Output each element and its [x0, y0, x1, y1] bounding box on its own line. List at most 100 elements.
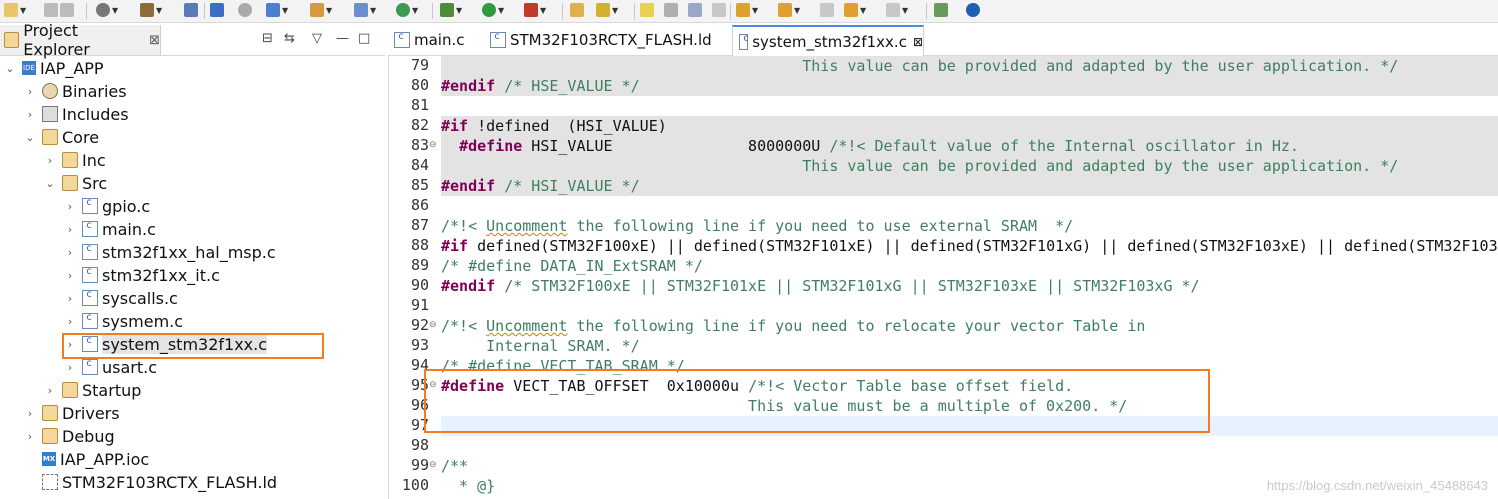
tree-item[interactable]: › syscalls.c	[64, 287, 178, 309]
toggle-icon[interactable]	[664, 2, 678, 18]
debug-bug-icon[interactable]: ▼	[440, 2, 462, 18]
editor-tab[interactable]: system_stm32f1xx.c ⊠	[732, 25, 924, 57]
save-icon[interactable]	[44, 2, 74, 18]
build-hammer-icon[interactable]: ▼	[140, 2, 162, 18]
new-icon[interactable]: ▼	[4, 2, 26, 18]
tree-item[interactable]: › main.c	[64, 218, 156, 240]
block-icon[interactable]	[688, 2, 702, 18]
back-icon[interactable]	[820, 2, 834, 18]
project-explorer-tab[interactable]: Project Explorer ⊠	[0, 21, 161, 59]
view-menu-icon[interactable]: ▽	[312, 31, 322, 46]
paragraph-icon[interactable]	[712, 2, 726, 18]
close-icon[interactable]: ⊠	[149, 33, 160, 48]
chevron-right-icon[interactable]: ›	[64, 361, 76, 374]
maximize-icon[interactable]: □	[358, 31, 370, 46]
tree-item[interactable]: › stm32f1xx_it.c	[64, 264, 220, 286]
tree-item[interactable]: › usart.c	[64, 356, 157, 378]
tree-item[interactable]: ⌄ IDE IAP_APP	[4, 57, 103, 79]
tree-item[interactable]: › gpio.c	[64, 195, 150, 217]
code-line[interactable]: /*!< Uncomment the following line if you…	[441, 316, 1498, 336]
minimize-icon[interactable]: —	[336, 31, 349, 46]
tree-item[interactable]: ⌄ Src	[44, 172, 107, 194]
code-line[interactable]: /*!< Uncomment the following line if you…	[441, 216, 1498, 236]
tree-item-label: Inc	[82, 150, 106, 170]
prev-annotation-icon[interactable]: ▼	[778, 2, 800, 18]
chevron-right-icon[interactable]: ›	[64, 246, 76, 259]
back-nav-icon[interactable]: ▼	[844, 2, 866, 18]
code-line[interactable]: #endif /* STM32F100xE || STM32F101xE || …	[441, 276, 1498, 296]
code-token: #if	[441, 237, 469, 255]
perspective-icon[interactable]	[934, 2, 948, 18]
code-line[interactable]: #define HSI_VALUE 8000000U /*!< Default …	[441, 136, 1498, 156]
next-annotation-icon[interactable]: ▼	[736, 2, 758, 18]
code-line[interactable]	[441, 196, 1498, 216]
folder-icon	[42, 129, 58, 145]
line-number: 89	[410, 256, 429, 274]
editor-tab[interactable]: STM32F103RCTX_FLASH.ld	[484, 25, 728, 55]
code-line[interactable]: /* #define DATA_IN_ExtSRAM */	[441, 256, 1498, 276]
fold-toggle-icon[interactable]: ⊖	[429, 460, 437, 470]
tree-item[interactable]: › Drivers	[24, 402, 120, 424]
info-icon[interactable]	[966, 2, 980, 18]
refresh-icon[interactable]: ▼	[396, 2, 418, 18]
target-icon[interactable]	[238, 2, 252, 18]
forward-nav-icon[interactable]: ▼	[886, 2, 908, 18]
code-line[interactable]	[441, 436, 1498, 456]
code-line[interactable]: #endif /* HSI_VALUE */	[441, 176, 1498, 196]
wand-icon[interactable]: ▼	[596, 2, 618, 18]
chevron-right-icon[interactable]: ›	[64, 269, 76, 282]
chevron-right-icon[interactable]: ›	[64, 292, 76, 305]
tree-item[interactable]: › Debug	[24, 425, 115, 447]
chevron-down-icon[interactable]: ⌄	[4, 62, 16, 75]
open-folder-icon[interactable]	[570, 2, 584, 18]
pin-icon[interactable]	[210, 2, 224, 18]
code-line[interactable]: #endif /* HSE_VALUE */	[441, 76, 1498, 96]
code-token: the following line if you need to reloca…	[567, 317, 1146, 335]
run-icon[interactable]: ▼	[482, 2, 504, 18]
chevron-right-icon[interactable]: ›	[64, 315, 76, 328]
close-icon[interactable]: ⊠	[913, 35, 923, 49]
tree-item[interactable]: › Includes	[24, 103, 129, 125]
external-tools-icon[interactable]: ▼	[524, 2, 546, 18]
chevron-right-icon[interactable]: ›	[64, 223, 76, 236]
debug-config-icon[interactable]: ▼	[96, 2, 118, 18]
fold-toggle-icon[interactable]: ⊖	[429, 140, 437, 150]
open-project-icon[interactable]: ▼	[310, 2, 332, 18]
link-with-editor-icon[interactable]: ⇆	[284, 31, 295, 46]
code-line[interactable]: This value can be provided and adapted b…	[441, 56, 1498, 76]
tree-item[interactable]: MX IAP_APP.ioc	[24, 448, 149, 470]
code-line[interactable]: #if defined(STM32F100xE) || defined(STM3…	[441, 236, 1498, 256]
binary-icon[interactable]	[184, 2, 198, 18]
tree-item[interactable]: › Binaries	[24, 80, 127, 102]
tree-item[interactable]: › sysmem.c	[64, 310, 183, 332]
tree-item[interactable]: › Inc	[44, 149, 106, 171]
marker-icon[interactable]	[640, 2, 654, 18]
tree-item[interactable]: STM32F103RCTX_FLASH.ld	[24, 471, 277, 493]
code-line[interactable]	[441, 96, 1498, 116]
tree-item[interactable]: › Startup	[44, 379, 142, 401]
mx-file-icon: MX	[42, 452, 56, 466]
tree-item[interactable]: › stm32f1xx_hal_msp.c	[64, 241, 276, 263]
chevron-right-icon[interactable]: ›	[24, 407, 36, 420]
chevron-right-icon[interactable]: ›	[64, 200, 76, 213]
code-line[interactable]: Internal SRAM. */	[441, 336, 1498, 356]
fold-toggle-icon[interactable]: ⊖	[429, 320, 437, 330]
chevron-right-icon[interactable]: ›	[44, 384, 56, 397]
chevron-right-icon[interactable]: ›	[24, 85, 36, 98]
code-line[interactable]: #if !defined (HSI_VALUE)	[441, 116, 1498, 136]
chevron-right-icon[interactable]: ›	[24, 108, 36, 121]
new-project-icon[interactable]: ▼	[266, 2, 288, 18]
code-line[interactable]: This value can be provided and adapted b…	[441, 156, 1498, 176]
code-token: /* HSI_VALUE */	[495, 177, 640, 195]
collapse-all-icon[interactable]: ⊟	[262, 31, 273, 46]
tree-item[interactable]: ⌄ Core	[24, 126, 99, 148]
editor-tab[interactable]: main.c	[388, 25, 480, 55]
chevron-down-icon[interactable]: ⌄	[44, 177, 56, 190]
code-line[interactable]: /**	[441, 456, 1498, 476]
new-class-icon[interactable]: ▼	[354, 2, 376, 18]
folder-icon	[42, 428, 58, 444]
chevron-down-icon[interactable]: ⌄	[24, 131, 36, 144]
chevron-right-icon[interactable]: ›	[44, 154, 56, 167]
chevron-right-icon[interactable]: ›	[24, 430, 36, 443]
code-line[interactable]	[441, 296, 1498, 316]
